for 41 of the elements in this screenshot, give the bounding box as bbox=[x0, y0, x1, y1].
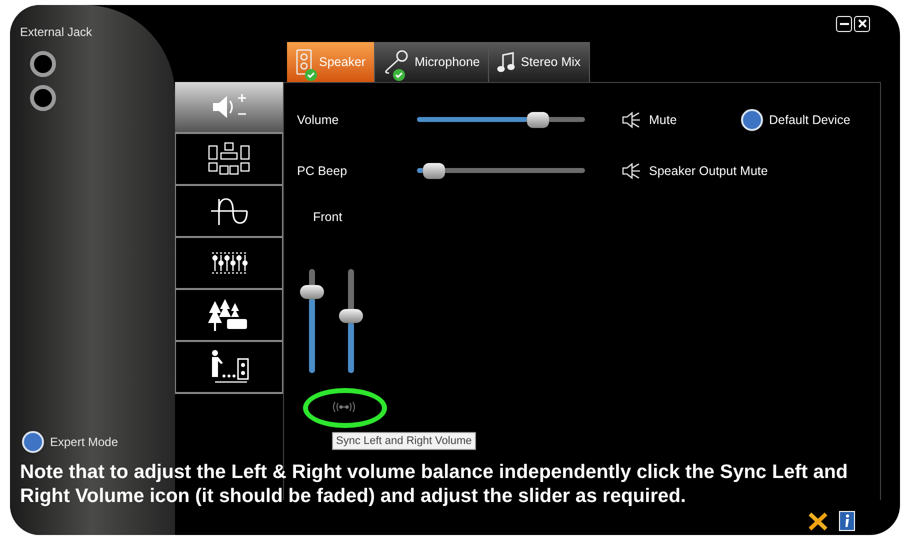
minimize-button[interactable] bbox=[836, 16, 852, 32]
tools-icon[interactable] bbox=[807, 511, 829, 531]
slider-label: PC Beep bbox=[297, 162, 348, 180]
audio-jack-icon[interactable] bbox=[30, 51, 56, 77]
channel-label: Front bbox=[313, 209, 344, 226]
slider-fill bbox=[417, 168, 423, 173]
close-button[interactable] bbox=[854, 16, 870, 32]
panel-title: External Jack bbox=[20, 24, 94, 41]
speaker-icon[interactable] bbox=[621, 111, 641, 129]
side-nav-button[interactable] bbox=[175, 342, 283, 394]
surround-speakers-icon bbox=[207, 142, 251, 176]
device-tab[interactable]: Microphone bbox=[374, 42, 489, 82]
expert-mode-radio[interactable] bbox=[22, 431, 44, 453]
slider-label: Volume bbox=[297, 112, 340, 129]
side-nav-button[interactable] bbox=[175, 134, 283, 186]
slider-thumb[interactable] bbox=[422, 163, 445, 179]
device-tab[interactable]: Stereo Mix bbox=[488, 42, 590, 82]
microphone-icon bbox=[382, 50, 409, 74]
sine-wave-icon bbox=[209, 196, 249, 226]
speaker-box-icon bbox=[295, 49, 313, 75]
side-nav-button[interactable] bbox=[175, 290, 283, 342]
audio-jack-icon[interactable] bbox=[30, 85, 56, 111]
note-text: Note that to adjust the Left & Right volume balance independently click the Sync Left and Right Volume icon (it should be faded) and adjust the slider as required. bbox=[20, 460, 849, 508]
close-icon bbox=[858, 19, 866, 28]
mute-label: Mute bbox=[649, 112, 677, 129]
slider-thumb[interactable] bbox=[526, 112, 549, 128]
mute-label: Speaker Output Mute bbox=[649, 162, 768, 180]
music-note-icon bbox=[496, 51, 515, 73]
slider-thumb[interactable] bbox=[339, 308, 363, 323]
tooltip: Sync Left and Right Volume bbox=[332, 432, 476, 450]
sync-icon[interactable] bbox=[331, 400, 357, 413]
side-nav-button[interactable] bbox=[175, 186, 283, 238]
info-icon[interactable] bbox=[839, 511, 855, 531]
side-nav-button[interactable] bbox=[175, 82, 283, 134]
slider-thumb[interactable] bbox=[300, 284, 324, 299]
speaker-icon[interactable] bbox=[621, 162, 641, 180]
default-device-radio[interactable] bbox=[741, 109, 763, 131]
expert-mode-label: Expert Mode bbox=[50, 434, 118, 451]
default-device-label: Default Device bbox=[769, 112, 850, 129]
side-nav-button[interactable] bbox=[175, 238, 283, 290]
slider-fill bbox=[348, 322, 354, 373]
